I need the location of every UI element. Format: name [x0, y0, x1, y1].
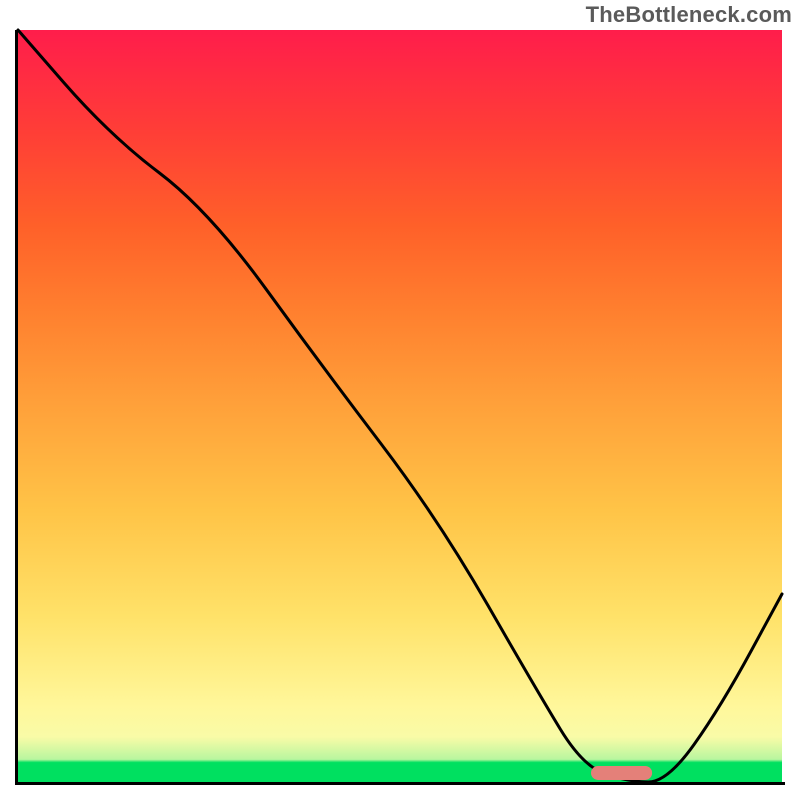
bottleneck-curve — [18, 30, 782, 782]
x-axis — [15, 782, 785, 785]
optimal-marker — [591, 766, 652, 780]
chart-stage: TheBottleneck.com — [0, 0, 800, 800]
watermark-text: TheBottleneck.com — [586, 2, 792, 28]
curve-layer — [18, 30, 782, 782]
